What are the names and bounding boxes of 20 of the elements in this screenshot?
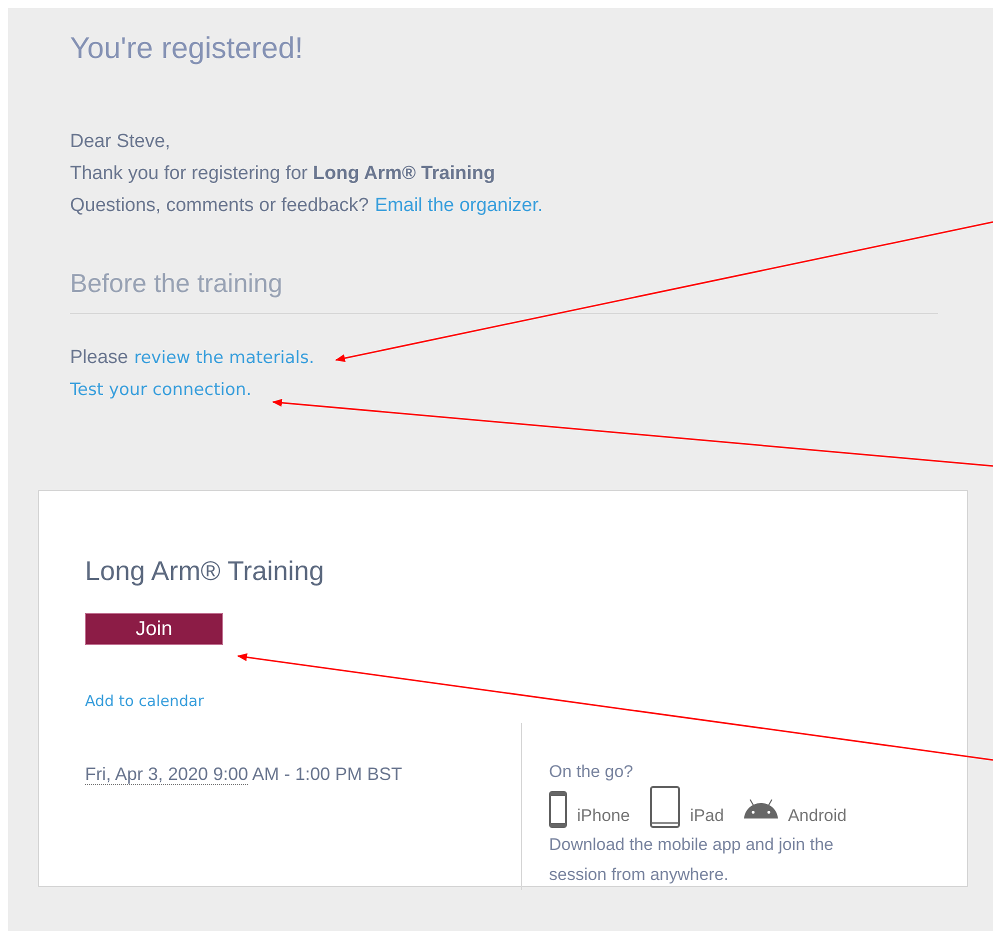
add-to-calendar-link[interactable]: Add to calendar [85, 690, 204, 712]
date-time-text: Fri, Apr 3, 2020 9:00 AM - 1:00 PM BST [85, 762, 402, 786]
page-heading: You're registered! [70, 31, 304, 67]
phone-icon [549, 791, 567, 828]
thanks-text: Thank you for registering for Long Arm® Training [70, 162, 496, 186]
email-organizer-link[interactable]: Email the organizer. [374, 190, 543, 222]
on-the-go-text: On the go? [549, 760, 634, 782]
app-link[interactable]: iPhone [549, 791, 630, 828]
greeting-text: Dear Steve, [70, 130, 170, 154]
card-title: Long Arm® Training [85, 554, 324, 588]
join-button[interactable]: Join [85, 613, 223, 645]
review-materials-link[interactable]: review the materials. [134, 346, 314, 371]
please-text: Please [70, 346, 128, 370]
questions-text: Questions, comments or feedback? [70, 194, 369, 218]
mobile-description: Download the mobile app and join the session from anywhere. [549, 834, 834, 886]
test-connection-link[interactable]: Test your connection. [70, 378, 252, 404]
app-link[interactable]: iPad [650, 786, 724, 828]
app-link[interactable]: Android [744, 794, 847, 828]
section-heading: Before the training [70, 266, 282, 300]
tablet-icon [650, 786, 680, 828]
